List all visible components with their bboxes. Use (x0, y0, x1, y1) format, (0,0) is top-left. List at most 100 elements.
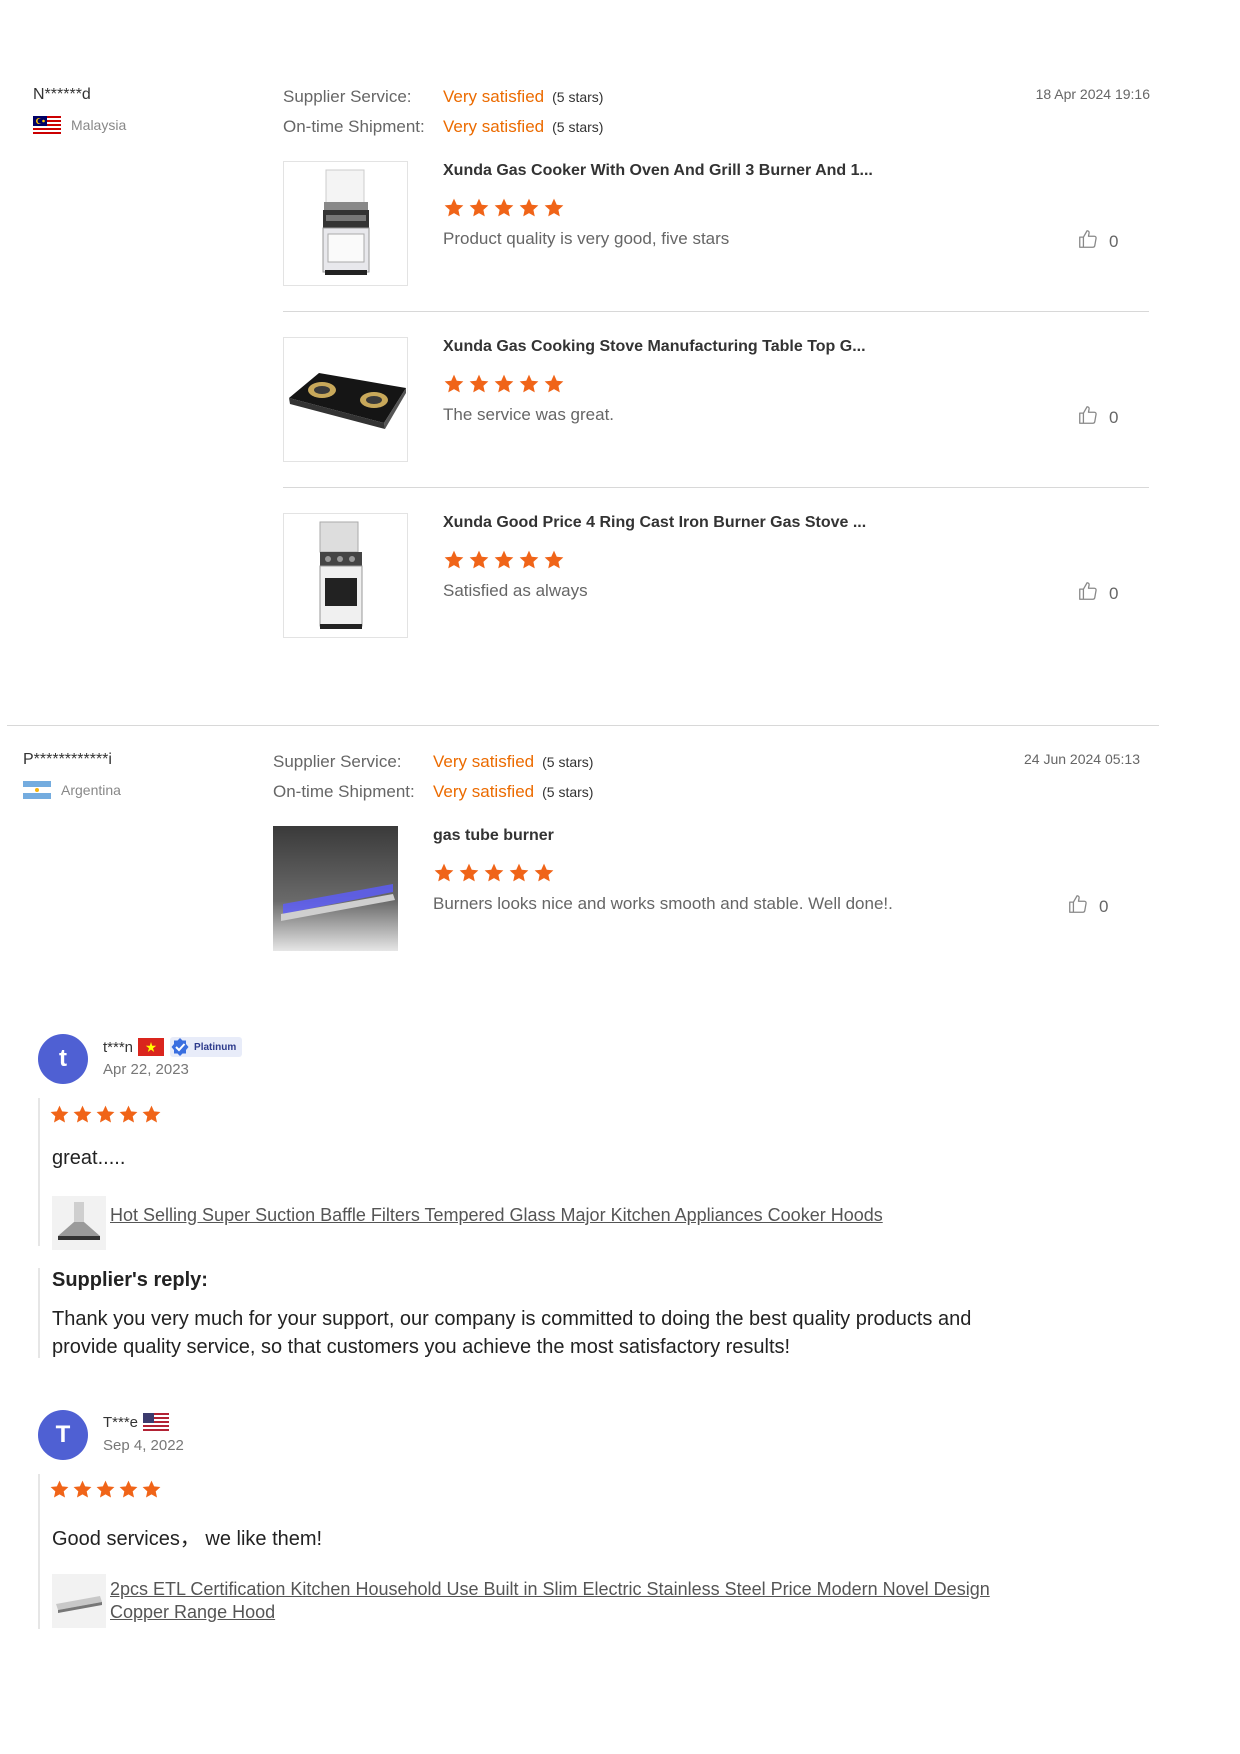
avatar[interactable]: t (38, 1034, 88, 1084)
review-text: The service was great. (443, 405, 615, 424)
gas-tube-burner-image (273, 826, 398, 951)
divider (283, 487, 1149, 488)
star-icon (96, 1105, 115, 1123)
star-icon (459, 863, 479, 882)
review-text: Product quality is very good, five stars (443, 229, 730, 248)
rating-stars (49, 1479, 162, 1500)
star-icon (519, 198, 539, 217)
star-icon (434, 863, 454, 882)
star-icon (444, 374, 464, 393)
supplier-reply-text: Thank you very much for your support, ou… (52, 1308, 972, 1358)
reviewer-name: P************i (23, 751, 112, 768)
star-icon (119, 1480, 138, 1498)
star-icon (444, 198, 464, 217)
malaysia-flag-icon (33, 116, 61, 134)
review-left-bar (38, 1098, 40, 1246)
gas-cooker-oven-image (322, 169, 370, 275)
product-link[interactable]: 2pcs ETL Certification Kitchen Household… (110, 1578, 1042, 1624)
gas-stove-with-oven-image (319, 521, 363, 629)
supplier-service-value: Very satisfied (5 stars) (433, 752, 593, 772)
supplier-service-rating-text: Very satisfied (443, 87, 545, 106)
star-icon (469, 198, 489, 217)
shipment-value: Very satisfied (5 stars) (433, 782, 593, 802)
reviewer-info: T***e (103, 1413, 170, 1431)
platinum-badge: Platinum (170, 1037, 243, 1057)
review-date: Sep 4, 2022 (103, 1437, 184, 1454)
product-link[interactable]: Hot Selling Super Suction Baffle Filters… (110, 1204, 883, 1227)
review-date: 24 Jun 2024 05:13 (1024, 751, 1140, 767)
like-count: 0 (1099, 896, 1109, 916)
product-thumbnail[interactable] (283, 513, 408, 638)
supplier-service-value: Very satisfied (5 stars) (443, 87, 603, 107)
like-count: 0 (1109, 583, 1119, 603)
like-button[interactable]: 0 (1077, 580, 1118, 607)
product-title[interactable]: Xunda Good Price 4 Ring Cast Iron Burner… (443, 514, 866, 532)
star-icon (544, 198, 564, 217)
star-icon (119, 1105, 138, 1123)
review-left-bar (38, 1474, 40, 1629)
star-icon (142, 1480, 161, 1498)
thumbs-up-icon (1077, 228, 1099, 255)
star-icon (534, 863, 554, 882)
shipment-value: Very satisfied (5 stars) (443, 117, 603, 137)
supplier-service-label: Supplier Service: (283, 87, 412, 106)
like-count: 0 (1109, 231, 1119, 251)
review-text: great..... (52, 1147, 126, 1169)
product-thumbnail[interactable] (273, 826, 398, 951)
product-thumbnail[interactable] (283, 161, 408, 286)
star-icon (73, 1480, 92, 1498)
product-title[interactable]: Xunda Gas Cooking Stove Manufacturing Ta… (443, 338, 866, 356)
like-button[interactable]: 0 (1077, 228, 1118, 255)
supplier-service-rating-text: Very satisfied (433, 752, 535, 771)
badge-label: Platinum (194, 1041, 237, 1053)
country-name: Malaysia (71, 117, 127, 133)
review-separator (7, 725, 1159, 726)
avatar[interactable]: T (38, 1410, 88, 1460)
product-thumbnail[interactable] (52, 1196, 106, 1250)
product-title[interactable]: gas tube burner (433, 827, 554, 845)
shipment-rating-text: Very satisfied (433, 782, 535, 801)
product-link-row[interactable]: Hot Selling Super Suction Baffle Filters… (52, 1196, 883, 1250)
range-hood-image (56, 1596, 102, 1613)
review-text: Good services， we like them! (52, 1528, 323, 1550)
reviewer-country: Argentina (23, 781, 121, 799)
argentina-flag-icon (23, 781, 51, 799)
supplier-service-stars-text: (5 stars) (542, 754, 594, 770)
supplier-reply-heading: Supplier's reply: (52, 1269, 208, 1291)
product-link-row[interactable]: 2pcs ETL Certification Kitchen Household… (52, 1574, 1042, 1628)
star-icon (519, 550, 539, 569)
star-icon (50, 1480, 69, 1498)
rating-stars (49, 1104, 162, 1125)
like-button[interactable]: 0 (1067, 893, 1108, 920)
reply-left-bar (38, 1268, 40, 1358)
star-icon (494, 374, 514, 393)
reviewer-country: Malaysia (33, 116, 126, 134)
divider (283, 311, 1149, 312)
verified-check-icon (171, 1038, 189, 1056)
star-icon (544, 550, 564, 569)
rating-stars (443, 549, 565, 571)
star-icon (142, 1105, 161, 1123)
product-title[interactable]: Xunda Gas Cooker With Oven And Grill 3 B… (443, 162, 873, 180)
supplier-service-stars-text: (5 stars) (552, 89, 604, 105)
review-text: Satisfied as always (443, 581, 588, 600)
review-date: 18 Apr 2024 19:16 (1035, 86, 1150, 102)
product-thumbnail[interactable] (52, 1574, 106, 1628)
vietnam-flag-icon (138, 1038, 165, 1056)
reviewer-info: t***n Platinum (103, 1037, 243, 1057)
product-thumbnail[interactable] (283, 337, 408, 462)
reviewer-name: t***n (103, 1038, 134, 1056)
cooker-hood-image (58, 1202, 100, 1240)
reviewer-name: N******d (33, 86, 91, 103)
star-icon (73, 1105, 92, 1123)
country-name: Argentina (61, 782, 121, 798)
star-icon (544, 374, 564, 393)
star-icon (50, 1105, 69, 1123)
star-icon (519, 374, 539, 393)
rating-stars (433, 862, 555, 884)
reviewer-name: T***e (103, 1413, 139, 1431)
star-icon (469, 550, 489, 569)
star-icon (484, 863, 504, 882)
star-icon (96, 1480, 115, 1498)
like-button[interactable]: 0 (1077, 404, 1118, 431)
